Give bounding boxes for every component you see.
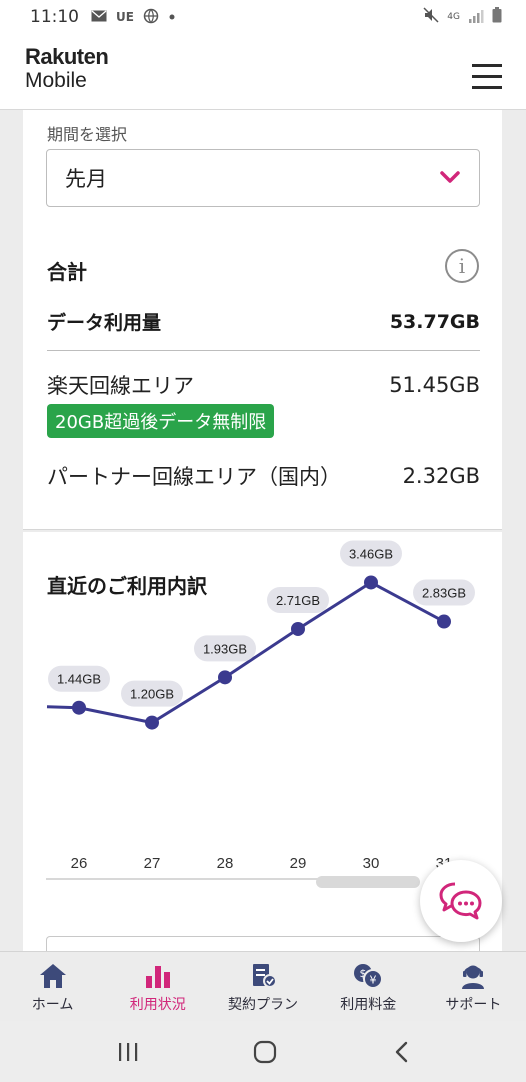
home-button-icon[interactable] [252, 1040, 278, 1064]
logo-line1: Rakuten [25, 44, 109, 69]
data-point [145, 715, 159, 730]
period-selected-value: 先月 [65, 167, 107, 191]
x-tick-label: 29 [290, 855, 307, 872]
data-point [437, 614, 451, 629]
usage-line-chart[interactable]: 1.44GB 26 1.20GB 27 1.93GB 28 2.71GB 29 3.46GB 30… [23, 532, 502, 872]
chevron-down-icon [440, 171, 460, 183]
svg-text:¥: ¥ [370, 974, 377, 987]
status-bar: 11:10 UE 4G [0, 0, 526, 34]
data-label: 1.93GB [203, 641, 247, 656]
usage-summary-card: 期間を選択 先月 合計 i データ利用量 53.77GB 楽天回線エリア 51.… [23, 110, 502, 530]
x-tick-label: 30 [363, 855, 380, 872]
nav-support-label: サポート [445, 997, 502, 1013]
data-point [72, 700, 86, 715]
chart-scroll-thumb[interactable] [316, 876, 420, 888]
data-label: 1.44GB [57, 672, 101, 687]
partner-area-label: パートナー回線エリア（国内） [47, 465, 341, 489]
nav-home-label: ホーム [31, 997, 74, 1013]
partner-area-value: 2.32GB [402, 464, 480, 488]
logo-line2: Mobile [25, 69, 87, 92]
x-tick-label: 26 [71, 855, 88, 872]
main-content[interactable]: 期間を選択 先月 合計 i データ利用量 53.77GB 楽天回線エリア 51.… [0, 110, 526, 951]
fee-icon: $ ¥ [354, 964, 384, 989]
globe-icon [143, 8, 159, 27]
nav-support[interactable]: サポート [421, 952, 526, 1021]
unlimited-badge: 20GB超過後データ無制限 [47, 404, 275, 438]
data-label: 3.46GB [349, 546, 393, 561]
bar-chart-icon [145, 966, 170, 988]
next-section-box [46, 936, 480, 951]
data-point [218, 670, 232, 685]
period-label: 期間を選択 [47, 125, 128, 144]
data-point [291, 621, 305, 636]
signal-icon [468, 8, 484, 27]
x-tick-label: 27 [144, 855, 161, 872]
period-select[interactable]: 先月 [46, 149, 480, 207]
back-icon[interactable] [390, 1040, 416, 1064]
nav-contract[interactable]: 契約プラン [210, 952, 315, 1021]
status-right-icons: 4G [423, 7, 502, 27]
system-nav-bar [0, 1021, 526, 1082]
partner-area-row: パートナー回線エリア（国内） 2.32GB [47, 461, 480, 491]
app-header: Rakuten Mobile [0, 34, 526, 110]
data-point [364, 575, 378, 590]
info-icon[interactable]: i [445, 249, 479, 283]
nav-fee[interactable]: $ ¥ 利用料金 [316, 952, 421, 1021]
data-label: 2.71GB [276, 593, 320, 608]
bottom-nav: ホーム 利用状況 契約プラン $ ¥ 利用料金 サポート [0, 951, 526, 1021]
rakuten-mobile-logo[interactable]: Rakuten Mobile [25, 44, 109, 92]
data-label: 2.83GB [422, 586, 466, 601]
data-label: 1.20GB [130, 687, 174, 702]
home-icon [39, 964, 66, 988]
chat-icon [439, 882, 482, 920]
total-title: 合計 [47, 260, 87, 284]
nav-usage-label: 利用状況 [129, 997, 186, 1013]
network-label: 4G [447, 12, 460, 22]
chat-button[interactable] [420, 860, 502, 942]
data-usage-value: 53.77GB [389, 310, 480, 333]
support-icon [462, 965, 485, 989]
data-usage-label: データ利用量 [47, 312, 162, 334]
nav-contract-label: 契約プラン [228, 997, 298, 1013]
mail-icon [91, 10, 107, 25]
rakuten-area-row: 楽天回線エリア 51.45GB [47, 370, 480, 400]
dot-icon [168, 10, 176, 24]
contract-icon [253, 964, 277, 988]
recent-apps-icon[interactable] [115, 1040, 141, 1064]
nav-usage[interactable]: 利用状況 [105, 952, 210, 1021]
nav-home[interactable]: ホーム [0, 952, 105, 1021]
rakuten-area-value: 51.45GB [389, 373, 480, 397]
status-time: 11:10 [30, 7, 79, 27]
mute-icon [423, 7, 439, 27]
carrier-label: UE [116, 10, 134, 24]
nav-fee-label: 利用料金 [340, 997, 397, 1013]
hamburger-icon[interactable] [472, 64, 504, 90]
rakuten-area-label: 楽天回線エリア [47, 374, 194, 398]
battery-icon [492, 7, 502, 27]
x-tick-label: 28 [217, 855, 234, 872]
divider [47, 350, 480, 351]
data-usage-row: データ利用量 53.77GB [47, 308, 480, 335]
